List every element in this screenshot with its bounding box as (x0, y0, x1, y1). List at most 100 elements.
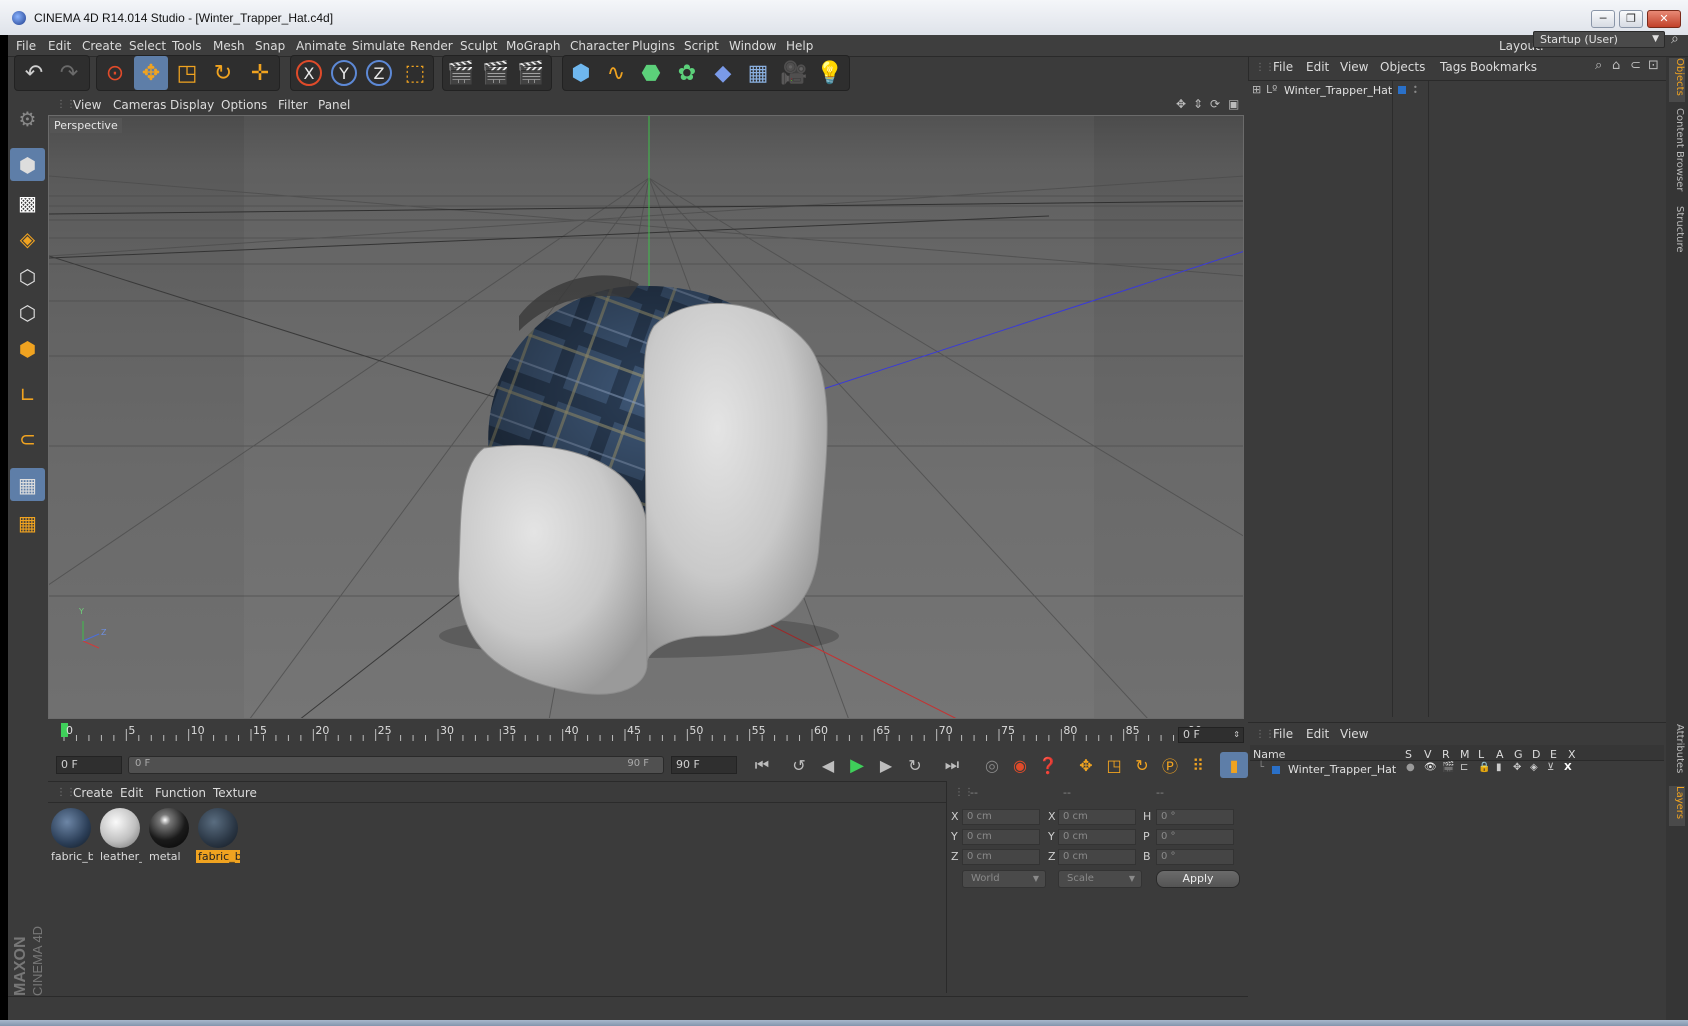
viewport-menu-display[interactable]: Display (170, 98, 214, 112)
menu-simulate[interactable]: Simulate (352, 39, 405, 53)
timeline-icon[interactable]: ▮ (1220, 752, 1248, 778)
size-y-field[interactable]: 0 cm (1058, 829, 1136, 845)
play-icon[interactable]: ▶ (843, 752, 871, 778)
texture-mode-icon[interactable]: ▩ (10, 186, 45, 219)
layers-menu-edit[interactable]: Edit (1306, 727, 1329, 741)
redo-icon[interactable]: ↷ (52, 56, 86, 90)
layer-col-solo[interactable]: S (1405, 748, 1412, 761)
rotation-p-field[interactable]: 0 ° (1156, 829, 1234, 845)
layers-menu-file[interactable]: File (1273, 727, 1293, 741)
perspective-viewport[interactable]: Y Z (48, 115, 1244, 719)
size-x-field[interactable]: 0 cm (1058, 809, 1136, 825)
link-icon[interactable]: ⊂ (1630, 58, 1641, 73)
render-view-icon[interactable]: 🎬 (444, 56, 478, 90)
manager-icon[interactable]: ⊏ (1460, 762, 1468, 773)
lock-icon[interactable]: 🔒 (1478, 762, 1490, 773)
go-to-end-icon[interactable]: ⏭ (938, 752, 966, 778)
keyframe-selection-icon[interactable]: ❓ (1034, 752, 1062, 778)
layer-color-swatch[interactable] (1272, 766, 1280, 774)
position-x-field[interactable]: 0 cm (962, 809, 1040, 825)
expression-icon[interactable]: ⊻ (1547, 762, 1554, 773)
previous-key-icon[interactable]: ↺ (785, 752, 813, 778)
move-icon[interactable]: ✥ (134, 56, 168, 90)
floor-icon[interactable]: ▦ (741, 56, 775, 90)
menu-mesh[interactable]: Mesh (213, 39, 245, 53)
menu-render[interactable]: Render (410, 39, 453, 53)
workplane-mode-icon[interactable]: ◈ (10, 222, 45, 255)
material-menu-texture[interactable]: Texture (213, 786, 257, 800)
layer-col-render[interactable]: R (1442, 748, 1450, 761)
record-active-objects-icon[interactable]: ◎ (978, 752, 1006, 778)
menu-tools[interactable]: Tools (172, 39, 202, 53)
material-menu-create[interactable]: Create (73, 786, 113, 800)
go-to-start-icon[interactable]: ⏮ (748, 752, 776, 778)
visibility-dots-icon[interactable]: • • (1413, 84, 1418, 97)
next-frame-icon[interactable]: ▶ (872, 752, 900, 778)
objects-menu-objects[interactable]: Objects (1380, 60, 1425, 74)
tab-structure[interactable]: Structure (1669, 206, 1685, 260)
viewport-rotate-icon[interactable]: ⟳ (1210, 97, 1220, 111)
rotation-h-field[interactable]: 0 ° (1156, 809, 1234, 825)
polygons-mode-icon[interactable]: ⬢ (10, 332, 45, 365)
render-picture-viewer-icon[interactable]: 🎬 (479, 56, 513, 90)
light-icon[interactable]: 💡 (813, 56, 847, 90)
menu-file[interactable]: File (16, 39, 36, 53)
material-item[interactable]: fabric_b (49, 806, 93, 864)
layer-col-name[interactable]: Name (1253, 748, 1285, 761)
eye-icon[interactable]: 👁 (1424, 762, 1437, 773)
workplane-lock-icon[interactable]: ▦ (10, 468, 45, 501)
layer-col-locked[interactable]: L (1478, 748, 1484, 761)
material-menu-edit[interactable]: Edit (120, 786, 143, 800)
menu-mograph[interactable]: MoGraph (506, 39, 561, 53)
layer-col-xref[interactable]: X (1568, 748, 1576, 761)
viewport-zoom-icon[interactable]: ⇕ (1193, 97, 1203, 111)
cloner-icon[interactable]: ✿ (670, 56, 704, 90)
x-axis-icon[interactable]: X (292, 56, 326, 90)
size-mode-select[interactable]: Scale ▼ (1058, 870, 1142, 888)
menu-character[interactable]: Character (570, 39, 629, 53)
menu-animate[interactable]: Animate (296, 39, 346, 53)
record-scale-icon[interactable]: ◳ (1100, 752, 1128, 778)
z-axis-icon[interactable]: Z (362, 56, 396, 90)
live-select-icon[interactable]: ⊙ (98, 56, 132, 90)
spline-pen-icon[interactable]: ∿ (599, 56, 633, 90)
cube-icon[interactable]: ⬢ (564, 56, 598, 90)
record-pla-icon[interactable]: ⠿ (1184, 752, 1212, 778)
current-frame-field[interactable]: 0 F ⇕ (1178, 727, 1244, 743)
generator-icon[interactable]: ✥ (1513, 762, 1521, 773)
layer-col-animation[interactable]: A (1496, 748, 1504, 761)
viewport-menu-view[interactable]: View (73, 98, 101, 112)
apply-button[interactable]: Apply (1156, 870, 1240, 888)
viewport-menu-filter[interactable]: Filter (278, 98, 308, 112)
size-z-field[interactable]: 0 cm (1058, 849, 1136, 865)
y-axis-icon[interactable]: Y (327, 56, 361, 90)
search-icon[interactable]: ⌕ (1671, 31, 1679, 47)
objects-menu-view[interactable]: View (1340, 60, 1368, 74)
objects-menu-bookmarks[interactable]: Bookmarks (1470, 60, 1537, 74)
edit-render-settings-icon[interactable]: 🎬 (514, 56, 548, 90)
position-z-field[interactable]: 0 cm (962, 849, 1040, 865)
tab-objects[interactable]: Objects (1669, 58, 1685, 102)
deformer-icon[interactable]: ◆ (706, 56, 740, 90)
menu-create[interactable]: Create (82, 39, 122, 53)
scale-icon[interactable]: ◳ (170, 56, 204, 90)
position-y-field[interactable]: 0 cm (962, 829, 1040, 845)
range-slider[interactable]: 0 F 90 F (128, 756, 664, 774)
rotation-b-field[interactable]: 0 ° (1156, 849, 1234, 865)
next-key-icon[interactable]: ↻ (901, 752, 929, 778)
snap-settings-icon[interactable]: ▦ (10, 506, 45, 539)
viewport-maximize-icon[interactable]: ▣ (1228, 97, 1239, 111)
layer-col-view[interactable]: V (1424, 748, 1432, 761)
menu-window[interactable]: Window (729, 39, 776, 53)
material-item[interactable]: leather_ (98, 806, 142, 864)
autokeying-icon[interactable]: ◉ (1006, 752, 1034, 778)
minimize-button[interactable]: ─ (1591, 10, 1615, 28)
restore-button[interactable]: ❐ (1619, 10, 1643, 28)
layers-menu-view[interactable]: View (1340, 727, 1368, 741)
tab-attributes[interactable]: Attributes (1669, 724, 1685, 782)
objects-menu-file[interactable]: File (1273, 60, 1293, 74)
material-menu-function[interactable]: Function (155, 786, 206, 800)
undo-icon[interactable]: ↶ (17, 56, 51, 90)
layer-col-manager[interactable]: M (1460, 748, 1470, 761)
menu-edit[interactable]: Edit (48, 39, 71, 53)
